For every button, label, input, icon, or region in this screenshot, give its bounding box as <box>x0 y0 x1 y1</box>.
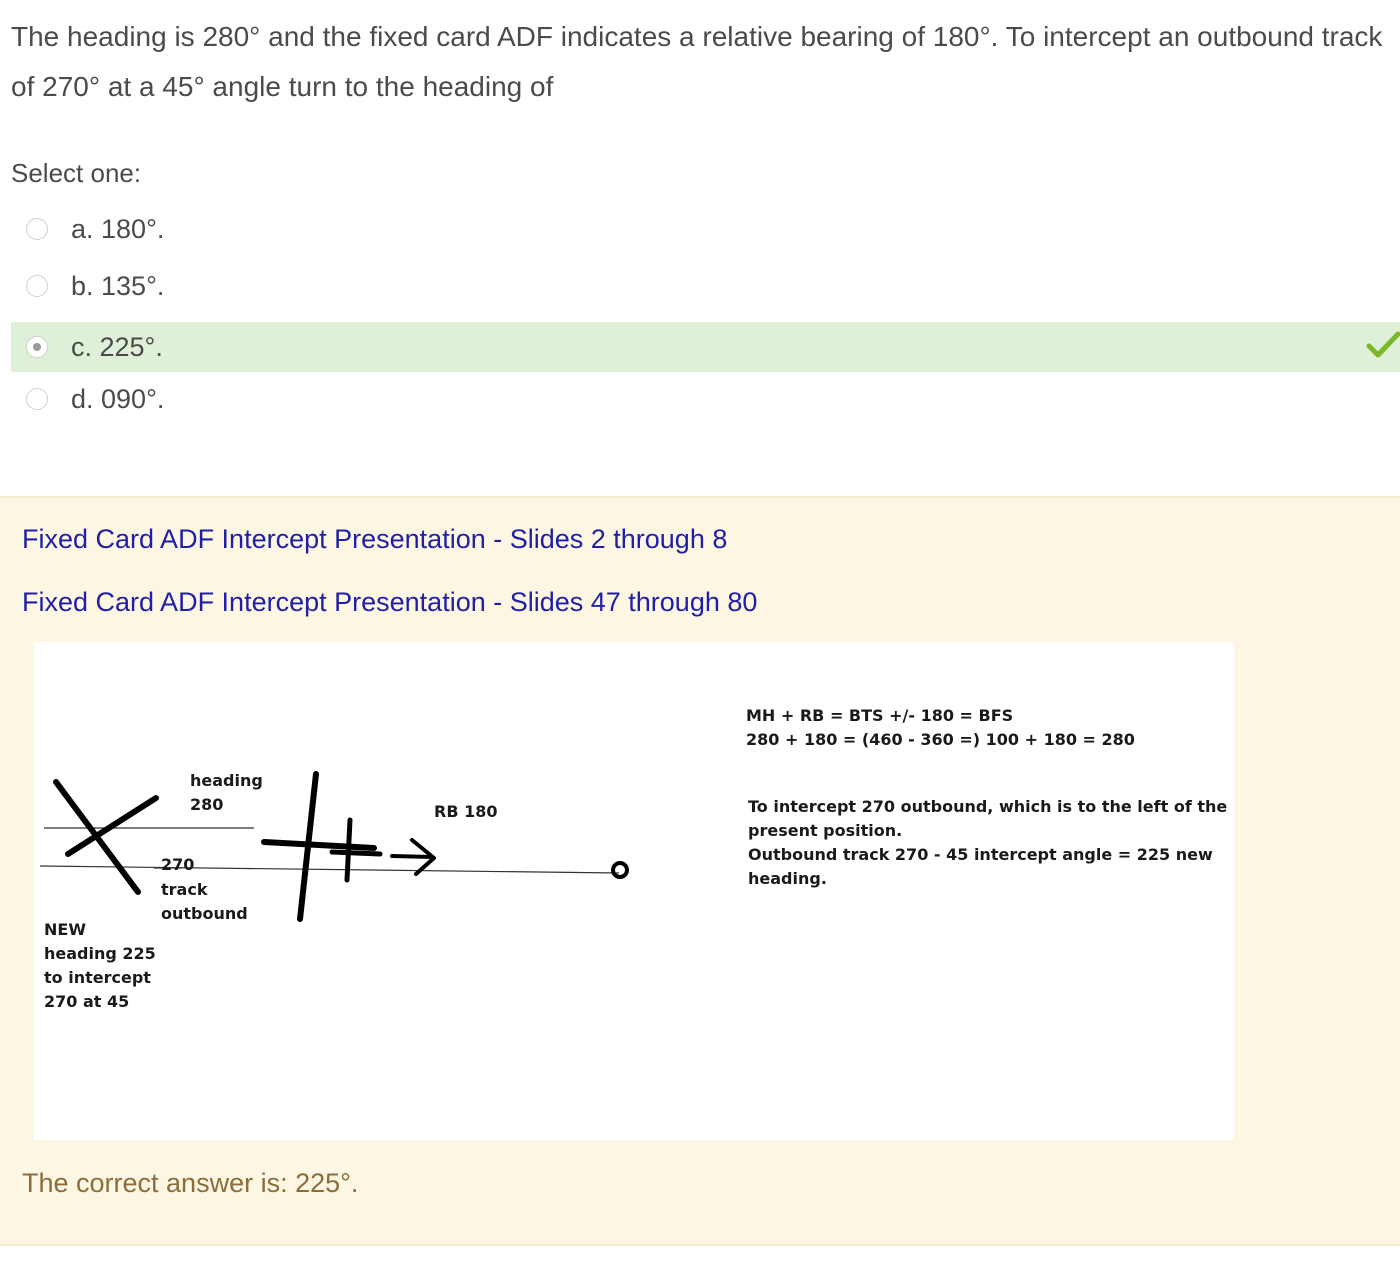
radio-option-a[interactable] <box>26 218 48 240</box>
new-heading-label: NEW heading 225 to intercept 270 at 45 <box>44 920 156 1011</box>
question-text: The heading is 280° and the fixed card A… <box>11 21 1383 102</box>
option-b[interactable]: b. 135°. <box>11 261 1400 311</box>
heading-280-label: heading 280 <box>190 771 263 814</box>
intercept-explanation: To intercept 270 outbound, which is to t… <box>748 797 1228 888</box>
bearing-formula: MH + RB = BTS +/- 180 = BFS 280 + 180 = … <box>746 706 1135 749</box>
option-d-label: d. 090°. <box>71 383 165 414</box>
option-a-label: a. 180°. <box>71 213 165 244</box>
radio-option-b[interactable] <box>26 275 48 297</box>
presentation-link-slides-47-80[interactable]: Fixed Card ADF Intercept Presentation - … <box>22 587 757 618</box>
correct-answer-text: The correct answer is: 225°. <box>22 1168 359 1198</box>
intercept-diagram: heading 280 RB 180 270 track outbound NE… <box>34 642 1234 1140</box>
feedback-panel: Fixed Card ADF Intercept Presentation - … <box>0 496 1400 1246</box>
option-a[interactable]: a. 180°. <box>11 204 1400 254</box>
presentation-link-slides-2-8[interactable]: Fixed Card ADF Intercept Presentation - … <box>22 524 727 555</box>
option-d[interactable]: d. 090°. <box>11 374 1400 424</box>
radio-option-c[interactable] <box>26 336 48 358</box>
radio-option-d[interactable] <box>26 388 48 410</box>
option-c[interactable]: c. 225°. <box>11 322 1400 372</box>
checkmark-icon <box>1366 331 1400 358</box>
rb-180-label: RB 180 <box>434 802 498 821</box>
option-c-label: c. 225°. <box>71 331 163 362</box>
track-270-number: 270 <box>161 855 195 874</box>
option-b-label: b. 135°. <box>71 270 165 301</box>
track-outbound-label: track outbound <box>161 880 248 923</box>
select-one-prompt: Select one: <box>11 158 142 188</box>
